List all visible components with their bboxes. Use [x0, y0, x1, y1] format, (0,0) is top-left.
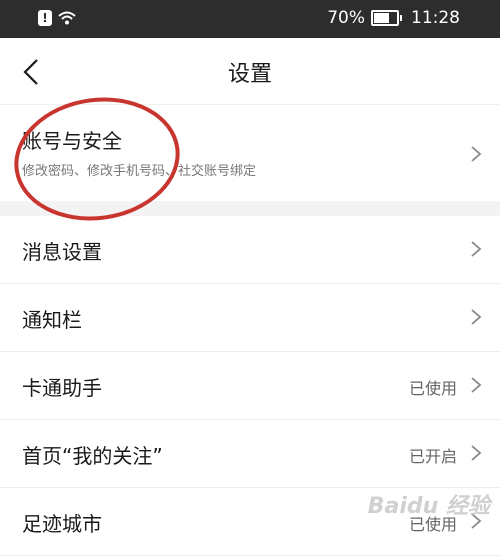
account-security-title: 账号与安全: [22, 125, 122, 154]
status-left: !: [38, 10, 76, 26]
list-item-label: 通知栏: [22, 304, 82, 333]
watermark: Baidu 经验: [368, 488, 490, 520]
chevron-right-icon: [470, 308, 482, 326]
clock: 11:28: [411, 8, 460, 28]
list-item-label: 足迹城市: [22, 508, 102, 537]
battery-icon: [371, 10, 399, 26]
list-item-home-follow[interactable]: 首页“我的关注” 已开启: [0, 420, 500, 488]
chevron-right-icon: [470, 444, 482, 462]
chevron-right-icon: [470, 376, 482, 394]
battery-level-fill: [374, 13, 389, 23]
alert-icon: !: [38, 10, 52, 26]
list-item-label: 消息设置: [22, 236, 102, 265]
title-bar: 设置: [0, 38, 500, 105]
section-separator: [0, 201, 500, 216]
list-item-notification-bar[interactable]: 通知栏: [0, 284, 500, 352]
account-security-subtitle: 修改密码、修改手机号码、社交账号绑定: [22, 160, 256, 179]
battery-percent: 70%: [327, 8, 365, 28]
list-item-value: 已开启: [409, 443, 457, 467]
status-right: 70% 11:28: [327, 8, 460, 28]
list-item-cartoon-assistant[interactable]: 卡通助手 已使用: [0, 352, 500, 420]
list-item-label: 卡通助手: [22, 372, 102, 401]
wifi-icon: [58, 11, 76, 25]
page-title: 设置: [0, 56, 500, 88]
list-item-label: 首页“我的关注”: [22, 440, 163, 469]
list-item-value: 已使用: [409, 375, 457, 399]
chevron-right-icon: [470, 145, 482, 163]
status-bar: ! 70% 11:28: [0, 0, 500, 38]
list-item-message-settings[interactable]: 消息设置: [0, 216, 500, 284]
account-security-row[interactable]: 账号与安全 修改密码、修改手机号码、社交账号绑定: [0, 105, 500, 201]
chevron-right-icon: [470, 240, 482, 258]
